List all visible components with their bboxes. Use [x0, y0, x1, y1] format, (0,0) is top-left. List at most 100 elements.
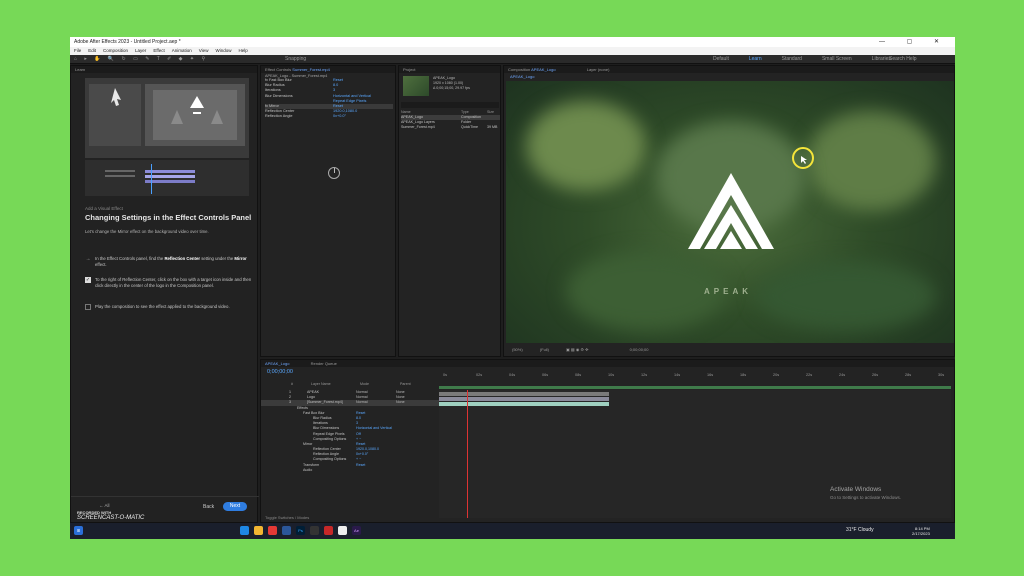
step-1-text-c: effect. [95, 262, 107, 267]
property-label: Audio [303, 467, 313, 472]
snapping-toggle[interactable]: Snapping [285, 55, 306, 64]
composition-tab-label: Composition [508, 67, 531, 72]
menu-item[interactable]: Edit [88, 48, 96, 53]
menu-item[interactable]: Help [238, 48, 247, 53]
tools-bar: ⌂ ▸ ✋ 🔍 ↻ ▭ ✎ T ✐ ◆ ✦ ⚲ Snapping Default… [70, 55, 955, 64]
ruler-tick-label: 22s [806, 373, 813, 377]
effect-controls-tab[interactable]: Effect Controls Summer_Forest.mp4 [261, 66, 395, 73]
item-name: Summer_Forest.mp4 [401, 125, 435, 129]
work-area-bar[interactable] [439, 386, 951, 389]
menu-item[interactable]: File [74, 48, 81, 53]
after-effects-icon[interactable]: Ae [352, 526, 361, 535]
workspace-tab[interactable]: Libraries [872, 56, 891, 62]
project-item[interactable]: Summer_Forest.mp4 QuickTime 39 MB [401, 125, 500, 130]
composition-breadcrumb[interactable]: APEAK_Logo [510, 74, 534, 79]
step-2-text: To the right of Reflection Center, click… [95, 277, 252, 288]
app-icon[interactable] [324, 526, 333, 535]
menu-item[interactable]: Layer [135, 48, 146, 53]
viewer-icons[interactable]: ▣ ▦ ◉ ⚙ ✜ [566, 347, 588, 352]
ruler-tick-label: 04s [509, 373, 516, 377]
unchecked-checkbox-icon[interactable] [85, 304, 91, 310]
activate-windows-watermark: Activate Windows Go to Settings to activ… [830, 486, 901, 500]
timeline-property-row[interactable]: Audio [261, 468, 439, 473]
track-bar[interactable] [439, 402, 609, 406]
weather-widget[interactable]: 31°F Cloudy [846, 527, 874, 533]
item-type: QuickTime [461, 125, 479, 129]
tool-icons[interactable]: ⌂ ▸ ✋ 🔍 ↻ ▭ ✎ T ✐ ◆ ✦ ⚲ [74, 55, 208, 64]
menu-item[interactable]: Animation [172, 48, 192, 53]
tutorial-title: Changing Settings in the Effect Controls… [85, 213, 252, 222]
step-1-text-a: In the Effect Controls panel, find the [95, 256, 165, 261]
app-icon[interactable] [310, 526, 319, 535]
menu-item[interactable]: Composition [103, 48, 128, 53]
ruler-tick-label: 12s [641, 373, 648, 377]
zoom-select[interactable]: (50%) [512, 347, 523, 352]
word-icon[interactable] [282, 526, 291, 535]
workspace-tab[interactable]: Standard [782, 56, 802, 62]
folder-icon[interactable] [254, 526, 263, 535]
workspace-tab[interactable]: Small Screen [822, 56, 852, 62]
angle-dial-icon[interactable] [328, 167, 340, 179]
project-tab[interactable]: Project [399, 66, 500, 73]
time-ruler[interactable]: 0s 02s 04s 06s 08s 10s 12s 14s 16s 18s 20s 22s 24s 26… [439, 373, 951, 387]
project-search-input[interactable] [401, 102, 499, 108]
quality-select[interactable]: (Full) [540, 347, 549, 352]
start-icon[interactable]: ⊞ [74, 526, 83, 535]
record-icon[interactable] [338, 526, 347, 535]
property-value[interactable]: 0x+0.0° [333, 114, 346, 119]
workspace-tab[interactable]: Default [713, 56, 729, 62]
property-label: Iterations [265, 88, 281, 93]
all-tutorials-link[interactable]: ← All [99, 503, 110, 508]
item-size: 39 MB [487, 125, 498, 129]
render-queue-tab[interactable]: Render Queue [311, 361, 337, 366]
photoshop-icon[interactable]: Ps [296, 526, 305, 535]
viewer-timecode[interactable]: 0;00;00;00 [630, 347, 649, 352]
track-bar[interactable] [439, 392, 609, 396]
composition-viewer[interactable]: APEAK [506, 81, 954, 343]
menu-item[interactable]: Effect [153, 48, 164, 53]
next-button[interactable]: Next [223, 502, 247, 511]
learn-tab[interactable]: Learn [71, 66, 257, 73]
playhead[interactable] [467, 390, 468, 518]
layer-tab[interactable]: Layer (none) [587, 67, 610, 72]
window-controls[interactable]: — ▢ ✕ [879, 37, 949, 47]
chrome-icon[interactable] [268, 526, 277, 535]
search-help[interactable]: Search Help [889, 55, 937, 64]
back-button[interactable]: Back [203, 504, 214, 510]
effect-property-row[interactable]: Reflection Angle 0x+0.0° [265, 114, 393, 119]
blur-blob [806, 111, 936, 211]
learn-panel: Learn Add a Visual Effect Changing Setti… [70, 65, 259, 523]
track-bar[interactable] [439, 397, 609, 401]
checked-checkbox-icon[interactable]: ✓ [85, 277, 91, 283]
ruler-tick-label: 30s [938, 373, 945, 377]
ruler-tick-label: 18s [740, 373, 747, 377]
ruler-tick-label: 16s [707, 373, 714, 377]
menu-bar: File Edit Composition Layer Effect Animation V… [70, 47, 955, 55]
menu-item[interactable]: View [199, 48, 209, 53]
effect-property-list: fx Fast Box Blur Reset Blur Radius 8.0 Ite… [265, 78, 393, 120]
timeline-tabs: APEAK_Logo Render Queue [261, 360, 954, 367]
edge-icon[interactable] [240, 526, 249, 535]
composition-tab[interactable]: Composition APEAK_Logo Layer (none) [504, 66, 954, 73]
timeline-timecode[interactable]: 0;00;00;00 [267, 369, 293, 375]
col-num: # [291, 382, 293, 386]
step-1: → In the Effect Controls panel, find the… [85, 256, 253, 268]
app-window: Adobe After Effects 2023 - Untitled Proj… [70, 37, 955, 539]
menu-item[interactable]: Window [215, 48, 231, 53]
ruler-tick-label: 14s [674, 373, 681, 377]
watermark-subtitle: Go to Settings to activate Windows. [830, 495, 902, 500]
item-name: APEAK_Logo [401, 115, 423, 119]
pointer-cursor-icon [801, 156, 807, 164]
taskbar-clock[interactable]: 8:14 PM 2/17/2023 [912, 526, 930, 536]
workspace-switcher: Default Learn Standard Small Screen Librarie… [713, 55, 911, 64]
item-name: APEAK_Logo Layers [401, 120, 435, 124]
timeline-footer[interactable]: Toggle Switches / Modes [265, 515, 309, 520]
timeline-tab[interactable]: APEAK_Logo [265, 361, 289, 366]
viewer-controls: (50%) (Full) ▣ ▦ ◉ ⚙ ✜ 0;00;00;00 [506, 345, 954, 354]
workspace-tab[interactable]: Learn [749, 56, 762, 62]
project-items: Name Type Size APEAK_Logo Composition AP… [401, 110, 500, 130]
step-1-bold-a: Reflection Center [164, 256, 201, 261]
ruler-tick-label: 10s [608, 373, 615, 377]
ruler-tick-label: 02s [476, 373, 483, 377]
all-label: All [104, 503, 110, 508]
